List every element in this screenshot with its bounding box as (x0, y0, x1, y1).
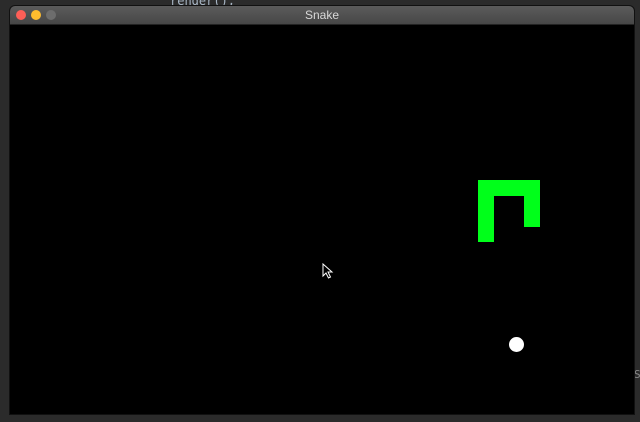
editor-right-glyph: S (634, 368, 640, 381)
editor-gutter (0, 0, 10, 422)
mouse-cursor-icon (322, 263, 334, 279)
snake-segment (478, 180, 494, 242)
food-pellet (509, 337, 524, 352)
snake-window: Snake (10, 6, 634, 414)
snake-segment (524, 180, 540, 227)
window-title: Snake (304, 8, 340, 22)
game-canvas[interactable] (10, 25, 634, 414)
window-titlebar[interactable]: Snake (10, 6, 634, 25)
